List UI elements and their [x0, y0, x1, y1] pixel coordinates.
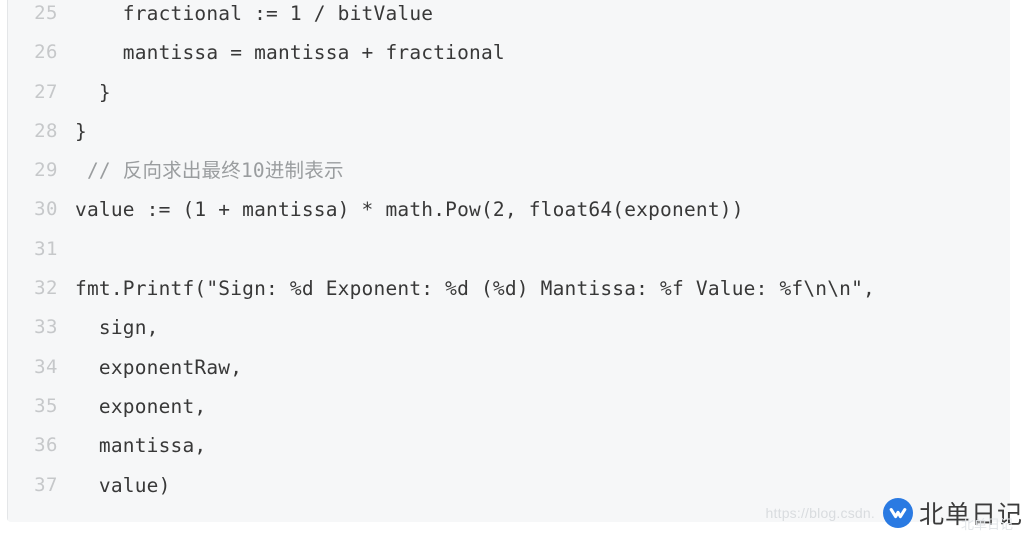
- code-source-text: value := (1 + mantissa) * math.Pow(2, fl…: [75, 198, 744, 222]
- line-number: 28: [34, 119, 58, 142]
- code-block-card: 25 fractional := 1 / bitValue 26 mantissa…: [7, 0, 1010, 522]
- code-line[interactable]: 37 value): [7, 466, 1010, 505]
- code-line[interactable]: 27 }: [7, 73, 1010, 112]
- line-number: 29: [34, 159, 58, 182]
- line-number: 27: [34, 80, 58, 103]
- code-source-text: mantissa,: [75, 434, 207, 458]
- code-line[interactable]: 28}: [7, 112, 1010, 151]
- code-source-text: exponentRaw,: [75, 355, 243, 379]
- line-number: 31: [34, 237, 58, 260]
- code-line[interactable]: 34 exponentRaw,: [7, 348, 1010, 387]
- line-number: 25: [34, 2, 58, 24]
- code-comment-text: // 反向求出最终10进制表示: [75, 159, 344, 183]
- code-line[interactable]: 25 fractional := 1 / bitValue: [7, 0, 1010, 33]
- code-source-text: value): [75, 473, 171, 497]
- code-line[interactable]: 30 value := (1 + mantissa) * math.Pow(2, …: [7, 190, 1010, 229]
- code-source-text: }: [75, 80, 111, 104]
- code-source-text: fmt.Printf("Sign: %d Exponent: %d (%d) M…: [75, 277, 875, 301]
- code-source-text: }: [75, 119, 87, 143]
- code-line[interactable]: 36 mantissa,: [7, 426, 1010, 465]
- line-number: 35: [34, 394, 58, 417]
- code-line[interactable]: 31: [7, 230, 1010, 269]
- code-line[interactable]: 29 // 反向求出最终10进制表示: [7, 151, 1010, 190]
- code-scroll-area[interactable]: 25 fractional := 1 / bitValue 26 mantissa…: [7, 0, 1010, 522]
- code-source-text: exponent,: [75, 394, 207, 418]
- code-line[interactable]: 35 exponent,: [7, 387, 1010, 426]
- screenshot-root: 25 fractional := 1 / bitValue 26 mantissa…: [0, 0, 1029, 533]
- line-number: 34: [34, 355, 58, 378]
- code-line[interactable]: 32 fmt.Printf("Sign: %d Exponent: %d (%d)…: [7, 269, 1010, 308]
- code-source-text: mantissa = mantissa + fractional: [75, 41, 505, 65]
- line-number: 36: [34, 434, 58, 457]
- line-number: 26: [34, 41, 58, 64]
- code-line[interactable]: 26 mantissa = mantissa + fractional: [7, 33, 1010, 72]
- code-line[interactable]: 33 sign,: [7, 308, 1010, 347]
- line-number: 37: [34, 473, 58, 496]
- line-number: 30: [34, 198, 58, 221]
- line-number: 32: [34, 277, 58, 300]
- code-source-text: sign,: [75, 316, 159, 340]
- line-number: 33: [34, 316, 58, 339]
- code-source-text: fractional := 1 / bitValue: [75, 2, 434, 25]
